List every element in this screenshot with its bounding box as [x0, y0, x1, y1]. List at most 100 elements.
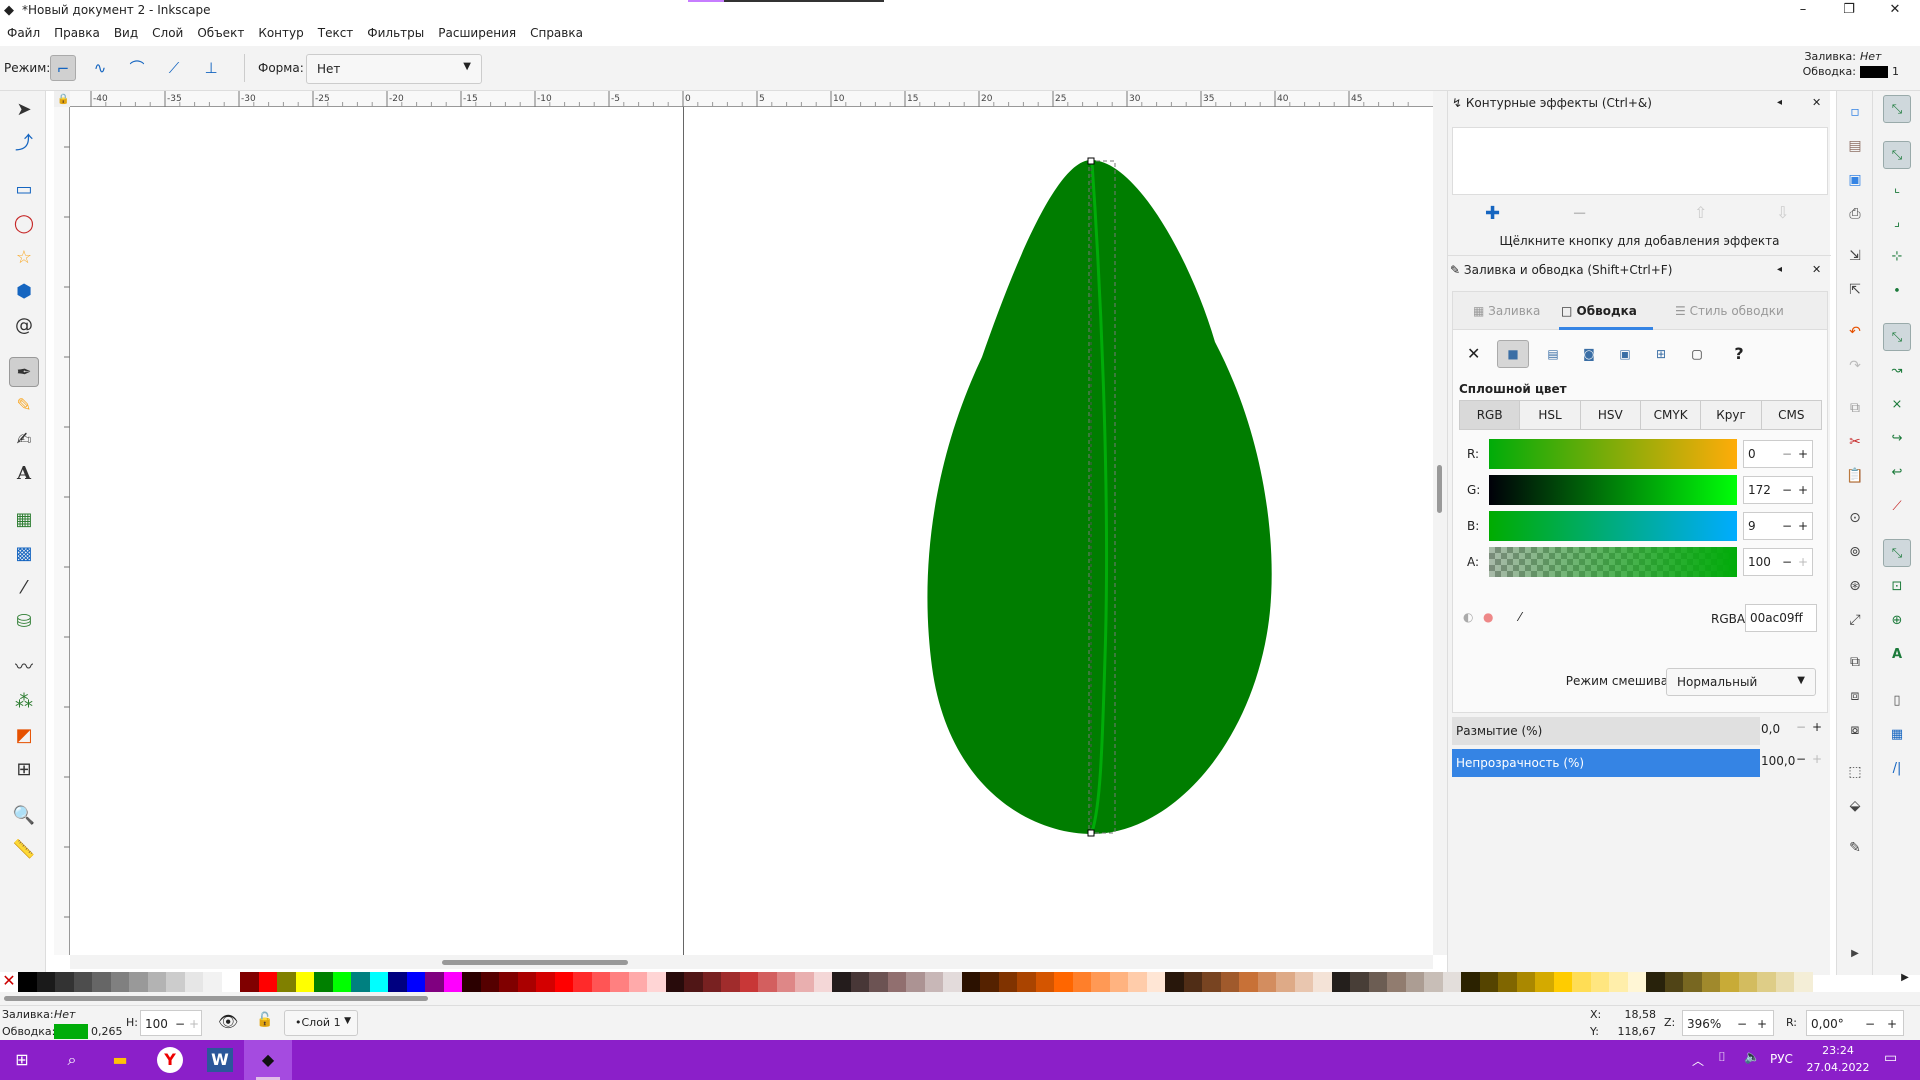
palette-swatch[interactable]: [1128, 972, 1147, 992]
undo-icon[interactable]: ↶: [1841, 319, 1869, 345]
spiro-mode-icon[interactable]: ∿: [87, 55, 113, 81]
palette-swatch[interactable]: [1405, 972, 1424, 992]
palette-swatch[interactable]: [1091, 972, 1110, 992]
plus-icon[interactable]: +: [1757, 1011, 1767, 1037]
mesh-gradient-icon[interactable]: ▣: [1609, 340, 1641, 368]
palette-swatch[interactable]: [887, 972, 906, 992]
palette-swatch[interactable]: [129, 972, 148, 992]
mode-cmyk[interactable]: CMYK: [1639, 400, 1702, 430]
minus-icon[interactable]: −: [1737, 1011, 1747, 1037]
shape-dropdown[interactable]: Нет ▼: [306, 54, 482, 84]
palette-swatch[interactable]: [443, 972, 462, 992]
box3d-tool-icon[interactable]: ⬢: [9, 277, 39, 307]
palette-scroll-thumb[interactable]: [4, 996, 428, 1001]
paste-icon[interactable]: 📋: [1841, 463, 1869, 489]
star-tool-icon[interactable]: ☆: [9, 243, 39, 273]
opacity-value[interactable]: 100,0: [1761, 754, 1795, 768]
menu-object[interactable]: Объект: [190, 22, 251, 40]
palette-swatch[interactable]: [314, 972, 333, 992]
word-icon[interactable]: W: [200, 1045, 240, 1075]
language-indicator[interactable]: РУС: [1770, 1052, 1793, 1066]
mode-hsl[interactable]: HSL: [1519, 400, 1581, 430]
palette-swatch[interactable]: [1387, 972, 1406, 992]
inkscape-icon[interactable]: ◆: [248, 1045, 288, 1075]
palette-swatch[interactable]: [665, 972, 684, 992]
snap-midpoint-icon[interactable]: ⟋: [1883, 493, 1911, 521]
tray-chevron-icon[interactable]: ︿: [1692, 1052, 1704, 1069]
palette-swatch[interactable]: [832, 972, 851, 992]
flat-color-icon[interactable]: ■: [1497, 340, 1529, 368]
mode-rgb[interactable]: RGB: [1459, 400, 1521, 430]
zoom-selection-icon[interactable]: ⊙: [1841, 505, 1869, 531]
zoom-tool-icon[interactable]: 🔍: [9, 801, 39, 831]
rgba-input[interactable]: 00ac09ff: [1745, 604, 1817, 632]
palette-swatch[interactable]: [758, 972, 777, 992]
leaf-shape[interactable]: [927, 160, 1272, 834]
no-color-swatch[interactable]: ✕: [0, 972, 18, 992]
palette-swatch[interactable]: [388, 972, 407, 992]
hscroll-thumb[interactable]: [442, 960, 628, 965]
palette-swatch[interactable]: [1664, 972, 1683, 992]
blur-value[interactable]: 0,0: [1761, 722, 1780, 736]
palette-swatch[interactable]: [73, 972, 92, 992]
close-button[interactable]: ✕: [1872, 0, 1918, 22]
palette-swatch[interactable]: [295, 972, 314, 992]
palette-swatch[interactable]: [1442, 972, 1461, 992]
blur-slider[interactable]: Размытие (%): [1452, 717, 1760, 745]
r-value[interactable]: 0− +: [1743, 440, 1813, 468]
palette-swatch[interactable]: [1609, 972, 1628, 992]
ungroup-icon[interactable]: ⬙: [1841, 793, 1869, 819]
palette-swatch[interactable]: [1017, 972, 1036, 992]
plus-icon[interactable]: +: [189, 1011, 199, 1037]
no-paint-icon[interactable]: ✕: [1467, 344, 1480, 363]
minus-icon[interactable]: −: [1782, 441, 1792, 467]
minus-icon[interactable]: −: [1796, 752, 1806, 766]
palette-swatch[interactable]: [1165, 972, 1184, 992]
palette-swatch[interactable]: [1757, 972, 1776, 992]
palette-swatch[interactable]: [628, 972, 647, 992]
palette-swatch[interactable]: [573, 972, 592, 992]
snap-smooth-icon[interactable]: ↩: [1883, 459, 1911, 487]
text-tool-icon[interactable]: A: [9, 459, 39, 489]
duplicate-icon[interactable]: ⧉: [1841, 649, 1869, 675]
ruler-corner-lock-icon[interactable]: 🔒: [54, 91, 70, 107]
menu-edit[interactable]: Правка: [47, 22, 107, 40]
snap-toggle-icon[interactable]: ⤡: [1883, 95, 1911, 123]
search-icon[interactable]: ⌕: [52, 1045, 92, 1075]
mesh-tool-icon[interactable]: ▩: [9, 539, 39, 569]
snap-text-baseline-icon[interactable]: A: [1883, 641, 1911, 669]
palette-swatch[interactable]: [980, 972, 999, 992]
new-document-icon[interactable]: ▫: [1841, 99, 1869, 125]
b-value[interactable]: 9− +: [1743, 512, 1813, 540]
layer-dropdown[interactable]: •Слой 1 ▼: [284, 1010, 358, 1036]
swatch-icon[interactable]: ▢: [1681, 340, 1713, 368]
horizontal-scrollbar[interactable]: [70, 955, 1433, 969]
palette-swatch[interactable]: [332, 972, 351, 992]
menu-file[interactable]: Файл: [0, 22, 47, 40]
minimize-button[interactable]: –: [1780, 0, 1826, 22]
snap-bbox-icon[interactable]: ⤡: [1883, 141, 1911, 169]
linear-gradient-icon[interactable]: ▤: [1537, 340, 1569, 368]
mode-cms[interactable]: CMS: [1760, 400, 1822, 430]
menu-path[interactable]: Контур: [251, 22, 310, 40]
eraser-tool-icon[interactable]: ◩: [9, 721, 39, 751]
palette-swatch[interactable]: [1183, 972, 1202, 992]
measure-tool-icon[interactable]: 📏: [9, 835, 39, 865]
palette-swatch[interactable]: [258, 972, 277, 992]
b-slider[interactable]: [1489, 511, 1737, 541]
snap-bbox-mid-icon[interactable]: ⊹: [1883, 243, 1911, 271]
panel-iconify-icon[interactable]: ◂: [1777, 258, 1782, 282]
palette-swatch[interactable]: [184, 972, 203, 992]
tab-stroke-style[interactable]: ☰ Стиль обводки: [1675, 304, 1784, 318]
palette-swatch[interactable]: [1220, 972, 1239, 992]
palette-swatch[interactable]: [92, 972, 111, 992]
palette-swatch[interactable]: [110, 972, 129, 992]
fill-stroke-dialog-icon[interactable]: ✎: [1841, 835, 1869, 861]
pattern-icon[interactable]: ⊞: [1645, 340, 1677, 368]
palette-swatch[interactable]: [1202, 972, 1221, 992]
snap-page-icon[interactable]: ▯: [1883, 687, 1911, 715]
minus-icon[interactable]: −: [175, 1011, 185, 1037]
palette-swatch[interactable]: [166, 972, 185, 992]
layer-lock-icon[interactable]: 🔓: [256, 1012, 273, 1028]
ellipse-tool-icon[interactable]: ◯: [9, 209, 39, 239]
